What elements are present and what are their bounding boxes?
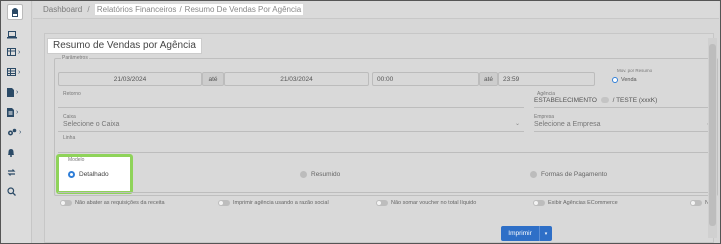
chevron-right-icon: › — [19, 128, 22, 136]
caixa-select[interactable]: Selecione o Caixa — [63, 121, 119, 128]
toggle-label: Imprimir agência usando a razão social — [233, 200, 329, 206]
agencia-redacted-chip — [600, 97, 609, 104]
date-range-separator: até — [202, 72, 224, 86]
linha-field-line[interactable] — [58, 152, 714, 153]
toggle-label: Exibir Agências ECommerce — [548, 200, 618, 206]
toggle-switch-icon[interactable] — [533, 200, 545, 206]
mov-venda-option[interactable]: Venda — [612, 77, 637, 83]
empresa-field-line — [534, 131, 714, 132]
modelo-option-resumido[interactable]: Resumido — [300, 171, 340, 178]
toggle-razao-social[interactable]: Imprimir agência usando a razão social — [218, 200, 329, 206]
gears-icon — [8, 128, 17, 135]
print-button-group: Imprimir ▾ — [501, 226, 552, 241]
linha-label: Linha — [63, 135, 76, 141]
document-icon — [7, 107, 14, 117]
sidebar-item-table-2[interactable]: › — [7, 66, 31, 78]
breadcrumb-separator: / — [87, 5, 90, 14]
agencia-value[interactable]: ESTABELECIMENTO / TESTE (xxxK) — [534, 97, 657, 104]
parametros-legend: Parâmetros — [61, 55, 89, 61]
caixa-label: Caixa — [63, 114, 76, 120]
toggle-switch-icon[interactable] — [376, 200, 388, 206]
modelo-divider — [58, 192, 714, 193]
file-icon — [7, 87, 14, 97]
sidebar-item-notifications[interactable] — [7, 146, 31, 158]
date-to-input[interactable]: 21/03/2024 — [224, 72, 369, 86]
mov-venda-label: Venda — [621, 77, 637, 83]
sidebar-item-laptop[interactable] — [7, 29, 31, 41]
radio-selected-icon[interactable] — [68, 171, 75, 178]
retorno-label: Retorno — [63, 91, 81, 97]
chevron-right-icon: › — [16, 108, 19, 116]
radio-selected-icon[interactable] — [612, 77, 618, 83]
chevron-right-icon: › — [16, 88, 19, 96]
caixa-field-line — [58, 131, 524, 132]
toggle-switch-icon[interactable] — [218, 200, 230, 206]
scrollbar-thumb[interactable] — [709, 44, 716, 226]
date-from-input[interactable]: 21/03/2024 — [58, 72, 202, 86]
app-logo-icon[interactable] — [7, 4, 23, 20]
modelo-option-formas-pagamento[interactable]: Formas de Pagamento — [530, 171, 607, 178]
radio-unselected-icon[interactable] — [300, 171, 307, 178]
agencia-field-line — [534, 107, 714, 108]
bell-icon — [8, 148, 14, 157]
breadcrumb: Dashboard / Relatórios Financeiros / Resum… — [43, 4, 304, 15]
agencia-suffix: / TESTE (xxxK) — [612, 97, 658, 104]
time-range-separator: até — [479, 72, 498, 86]
print-button[interactable]: Imprimir — [501, 226, 540, 241]
breadcrumb-section[interactable]: Relatórios Financeiros — [97, 5, 177, 14]
table-icon — [7, 48, 16, 56]
sidebar-item-exchange[interactable] — [7, 166, 31, 178]
grid-icon — [7, 68, 16, 76]
chevron-right-icon: › — [18, 48, 21, 56]
breadcrumb-current: Resumo De Vendas Por Agência — [184, 5, 302, 14]
laptop-icon — [7, 31, 17, 39]
sidebar: › › › › › — [1, 1, 32, 243]
time-to-input[interactable]: 23:59 — [498, 72, 595, 86]
toggle-nao-abater[interactable]: Não abater as requisições da receita — [60, 200, 165, 206]
caixa-chevron-down-icon[interactable]: ⌄ — [515, 120, 520, 127]
toggle-label: Não abater as requisições da receita — [75, 200, 165, 206]
sidebar-item-table-1[interactable]: › — [7, 46, 31, 58]
exchange-icon — [7, 168, 16, 176]
sidebar-item-file-1[interactable]: › — [7, 86, 31, 98]
modelo-legend: Modelo — [68, 157, 85, 163]
chevron-right-icon: › — [18, 68, 21, 76]
breadcrumb-separator: / — [179, 5, 182, 14]
top-bar: Dashboard / Relatórios Financeiros / Resum… — [33, 1, 719, 19]
empresa-select[interactable]: Selecione a Empresa — [534, 121, 601, 128]
modelo-option-label: Resumido — [311, 171, 341, 178]
modelo-option-detalhado[interactable]: Detalhado — [68, 171, 109, 178]
retorno-field-line[interactable] — [58, 107, 524, 108]
toggle-switch-icon[interactable] — [60, 200, 72, 206]
toggle-ecommerce[interactable]: Exibir Agências ECommerce — [533, 200, 618, 206]
breadcrumb-highlight: Relatórios Financeiros / Resumo De Vendas … — [94, 4, 304, 15]
mov-resumo-label: Mov. por Resumo — [617, 68, 653, 73]
radio-unselected-icon[interactable] — [530, 171, 537, 178]
toggle-switch-icon[interactable] — [690, 200, 702, 206]
print-dropdown-caret-icon[interactable]: ▾ — [540, 226, 552, 241]
page-title: Resumo de Vendas por Agência — [47, 38, 202, 54]
time-from-input[interactable]: 00:00 — [372, 72, 479, 86]
toggle-label: Não somar voucher no total líquido — [391, 200, 477, 206]
empresa-label: Empresa — [534, 114, 555, 120]
agencia-name: ESTABELECIMENTO — [534, 97, 597, 104]
modelo-option-label: Detalhado — [79, 171, 109, 178]
toggle-nao-somar-voucher[interactable]: Não somar voucher no total líquido — [376, 200, 476, 206]
sidebar-item-file-2[interactable]: › — [7, 106, 31, 118]
search-icon — [7, 186, 16, 196]
sidebar-item-search[interactable] — [7, 185, 31, 197]
sidebar-item-settings[interactable]: › — [7, 126, 31, 138]
breadcrumb-dashboard[interactable]: Dashboard — [43, 5, 82, 14]
modelo-option-label: Formas de Pagamento — [541, 171, 608, 178]
